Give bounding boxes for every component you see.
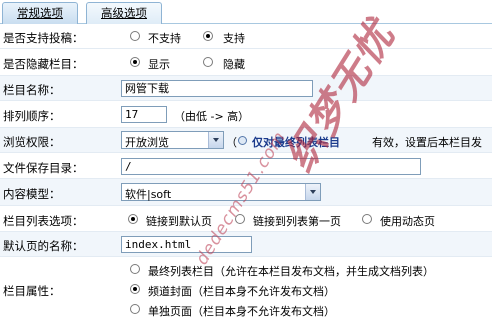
- radio-show[interactable]: [130, 57, 140, 67]
- radio-single-page[interactable]: [130, 304, 140, 314]
- content-model-select[interactable]: 软件|soft: [121, 183, 321, 201]
- row-order: 排列顺序： 17 （由低 -> 高）: [0, 101, 492, 128]
- chevron-down-icon: [208, 132, 223, 148]
- tab-advanced-label: 高级选项: [101, 6, 147, 20]
- radio-support[interactable]: [203, 31, 213, 41]
- row-hidden: 是否隐藏栏目： 显示 隐藏: [0, 49, 492, 76]
- radio-final-list-column[interactable]: [130, 264, 140, 274]
- name-label: 栏目名称：: [3, 83, 61, 97]
- radio-channel-cover[interactable]: [130, 284, 140, 294]
- not-support-label: 不支持: [148, 32, 181, 45]
- order-label: 排列顺序：: [3, 109, 61, 123]
- order-hint: （由低 -> 高）: [174, 110, 250, 123]
- link-default-page-label: 链接到默认页: [146, 215, 212, 228]
- list-option-label: 栏目列表选项：: [3, 214, 84, 228]
- radio-link-default-page[interactable]: [128, 214, 138, 224]
- row-attribute: 栏目属性： 最终列表栏目（允许在本栏目发布文档，并生成文档列表） 频道封面（栏目…: [0, 257, 492, 323]
- chevron-down-icon: [305, 184, 320, 200]
- tab-general-label: 常规选项: [17, 6, 63, 20]
- default-page-input[interactable]: index.html: [121, 236, 252, 253]
- help-icon: [238, 136, 247, 145]
- support-label: 支持: [223, 32, 245, 45]
- row-save-dir: 文件保存目录： /: [0, 153, 492, 179]
- radio-link-first-list-page[interactable]: [235, 214, 245, 224]
- save-dir-input[interactable]: /: [121, 158, 421, 175]
- hide-label: 隐藏: [223, 58, 245, 71]
- permission-note-bold: 仅对最终列表栏目: [252, 136, 340, 149]
- radio-dynamic-page[interactable]: [362, 214, 372, 224]
- content-model-label: 内容模型：: [3, 187, 61, 201]
- permission-note-suffix: 有效，设置后本栏目发: [372, 136, 482, 149]
- attribute-label: 栏目属性：: [3, 284, 61, 298]
- permission-select[interactable]: 开放浏览: [121, 131, 224, 149]
- link-first-list-page-label: 链接到列表第一页: [253, 215, 341, 228]
- name-input[interactable]: 网管下载: [121, 80, 313, 97]
- save-dir-label: 文件保存目录：: [3, 161, 84, 175]
- row-default-page: 默认页的名称： index.html: [0, 232, 492, 257]
- content-model-select-value: 软件|soft: [125, 188, 172, 201]
- permission-note-prefix: （: [226, 136, 237, 149]
- dynamic-page-label: 使用动态页: [380, 215, 435, 228]
- permission-label: 浏览权限：: [3, 135, 61, 149]
- single-page-label: 单独页面（栏目本身不允许发布文档）: [148, 305, 335, 318]
- radio-hide[interactable]: [203, 57, 213, 67]
- row-list-option: 栏目列表选项： 链接到默认页 链接到列表第一页 使用动态页: [0, 206, 492, 232]
- allow-submit-label: 是否支持投稿：: [3, 31, 84, 45]
- final-list-column-label: 最终列表栏目（允许在本栏目发布文档，并生成文档列表）: [148, 265, 434, 278]
- tab-advanced-options[interactable]: 高级选项: [86, 2, 162, 24]
- default-page-label: 默认页的名称：: [3, 239, 84, 253]
- order-input[interactable]: 17: [121, 106, 167, 123]
- permission-select-value: 开放浏览: [125, 136, 169, 149]
- tab-bar: 常规选项 高级选项: [0, 0, 492, 24]
- row-permission: 浏览权限： 开放浏览 （ 仅对最终列表栏目 有效，设置后本栏目发: [0, 128, 492, 153]
- row-name: 栏目名称： 网管下载: [0, 76, 492, 101]
- hidden-label: 是否隐藏栏目：: [3, 57, 84, 71]
- channel-cover-label: 频道封面（栏目本身不允许发布文档）: [148, 285, 335, 298]
- radio-not-support[interactable]: [130, 31, 140, 41]
- show-label: 显示: [148, 58, 170, 71]
- row-content-model: 内容模型： 软件|soft: [0, 179, 492, 206]
- tab-general-options[interactable]: 常规选项: [2, 2, 78, 24]
- row-allow-submit: 是否支持投稿： 不支持 支持: [0, 24, 492, 49]
